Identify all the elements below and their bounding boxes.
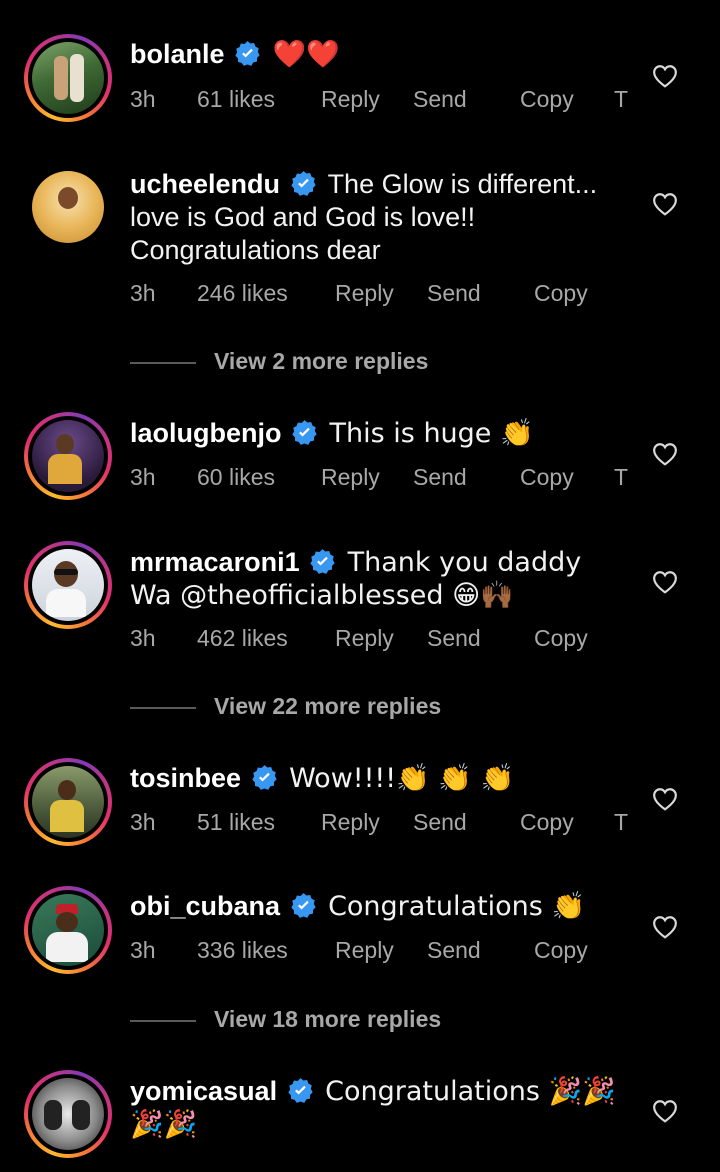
view-more-replies[interactable]: View 18 more replies — [130, 1006, 530, 1036]
send-button[interactable]: Send — [427, 625, 481, 652]
divider — [130, 1020, 196, 1022]
avatar[interactable] — [24, 886, 112, 974]
comment-time: 3h — [130, 86, 156, 112]
heart-outline-icon[interactable] — [652, 192, 678, 216]
verified-badge-icon — [251, 765, 277, 790]
verified-badge-icon — [235, 41, 260, 66]
comment-text: Congratulations 👏 — [328, 891, 586, 922]
comment-username[interactable]: obi_cubana — [130, 891, 280, 921]
send-button[interactable]: Send — [413, 464, 467, 491]
copy-button[interactable]: Copy — [520, 464, 574, 491]
comment-body: mrmacaroni1 Thank you daddy Wa @theoffic… — [130, 546, 630, 612]
avatar[interactable] — [24, 1070, 112, 1158]
send-button[interactable]: Send — [427, 937, 481, 964]
comment-meta: 3h 336 likes Reply Send Copy — [130, 937, 630, 967]
heart-outline-icon[interactable] — [652, 1099, 678, 1123]
verified-badge-icon — [290, 171, 316, 196]
comment-likes[interactable]: 60 likes — [197, 464, 275, 491]
send-button[interactable]: Send — [413, 809, 467, 836]
comment-username[interactable]: yomicasual — [130, 1076, 277, 1106]
comment-likes[interactable]: 51 likes — [197, 809, 275, 836]
view-more-replies[interactable]: View 22 more replies — [130, 693, 530, 723]
view-more-label: View 22 more replies — [214, 693, 442, 719]
comment-likes[interactable]: 61 likes — [197, 86, 275, 113]
avatar[interactable] — [24, 412, 112, 500]
comment-time: 3h — [130, 937, 156, 963]
comment-meta: 3h 61 likes Reply Send Copy T — [130, 86, 630, 116]
verified-badge-icon — [292, 420, 317, 445]
avatar[interactable] — [24, 34, 112, 122]
avatar[interactable] — [24, 163, 112, 251]
comment-username[interactable]: tosinbee — [130, 763, 241, 793]
comment-username[interactable]: ucheelendu — [130, 169, 280, 199]
copy-button[interactable]: Copy — [534, 280, 588, 307]
comment-meta: 3h 462 likes Reply Send Copy — [130, 625, 630, 655]
avatar[interactable] — [24, 758, 112, 846]
comment-time: 3h — [130, 280, 156, 306]
comment-time: 3h — [130, 464, 156, 490]
comment-body: bolanle ❤️❤️ — [130, 38, 630, 71]
comment-likes[interactable]: 246 likes — [197, 280, 288, 307]
translate-button[interactable]: T — [614, 809, 628, 836]
comment-username[interactable]: mrmacaroni1 — [130, 547, 300, 577]
view-more-label: View 2 more replies — [214, 348, 429, 374]
view-more-replies[interactable]: View 2 more replies — [130, 348, 530, 378]
translate-button[interactable]: T — [614, 464, 628, 491]
reply-button[interactable]: Reply — [321, 809, 380, 836]
comment-body: ucheelendu The Glow is different... love… — [130, 168, 630, 267]
comment-text: Wow!!!!👏 👏 👏 — [289, 763, 515, 794]
reply-button[interactable]: Reply — [321, 464, 380, 491]
reply-button[interactable]: Reply — [321, 86, 380, 113]
copy-button[interactable]: Copy — [520, 809, 574, 836]
comment-body: obi_cubana Congratulations 👏 — [130, 890, 630, 923]
verified-badge-icon — [287, 1078, 313, 1103]
heart-outline-icon[interactable] — [652, 915, 678, 939]
heart-outline-icon[interactable] — [652, 787, 678, 811]
reply-button[interactable]: Reply — [335, 625, 394, 652]
verified-badge-icon — [310, 549, 335, 574]
avatar[interactable] — [24, 541, 112, 629]
verified-badge-icon — [290, 893, 316, 918]
comment-meta: 3h 51 likes Reply Send Copy T — [130, 809, 630, 839]
comment-username[interactable]: laolugbenjo — [130, 418, 282, 448]
heart-outline-icon[interactable] — [652, 570, 678, 594]
comment-body: tosinbee Wow!!!!👏 👏 👏 — [130, 762, 630, 795]
comment-likes[interactable]: 462 likes — [197, 625, 288, 652]
comment-meta: 3h 60 likes Reply Send Copy T — [130, 464, 630, 494]
comment-time: 3h — [130, 809, 156, 835]
reply-button[interactable]: Reply — [335, 280, 394, 307]
comment-text: This is huge 👏 — [329, 418, 534, 449]
heart-outline-icon[interactable] — [652, 64, 678, 88]
divider — [130, 707, 196, 709]
heart-outline-icon[interactable] — [652, 442, 678, 466]
copy-button[interactable]: Copy — [520, 86, 574, 113]
reply-button[interactable]: Reply — [335, 937, 394, 964]
copy-button[interactable]: Copy — [534, 625, 588, 652]
send-button[interactable]: Send — [413, 86, 467, 113]
comment-meta: 3h 246 likes Reply Send Copy — [130, 280, 630, 310]
comment-time: 3h — [130, 625, 156, 651]
comment-text: ❤️❤️ — [272, 39, 340, 70]
comment-body: yomicasual Congratulations 🎉🎉 🎉🎉 — [130, 1075, 630, 1141]
comment-likes[interactable]: 336 likes — [197, 937, 288, 964]
send-button[interactable]: Send — [427, 280, 481, 307]
view-more-label: View 18 more replies — [214, 1006, 442, 1032]
comment-body: laolugbenjo This is huge 👏 — [130, 417, 630, 450]
divider — [130, 362, 196, 364]
comment-username[interactable]: bolanle — [130, 39, 225, 69]
copy-button[interactable]: Copy — [534, 937, 588, 964]
translate-button[interactable]: T — [614, 86, 628, 113]
